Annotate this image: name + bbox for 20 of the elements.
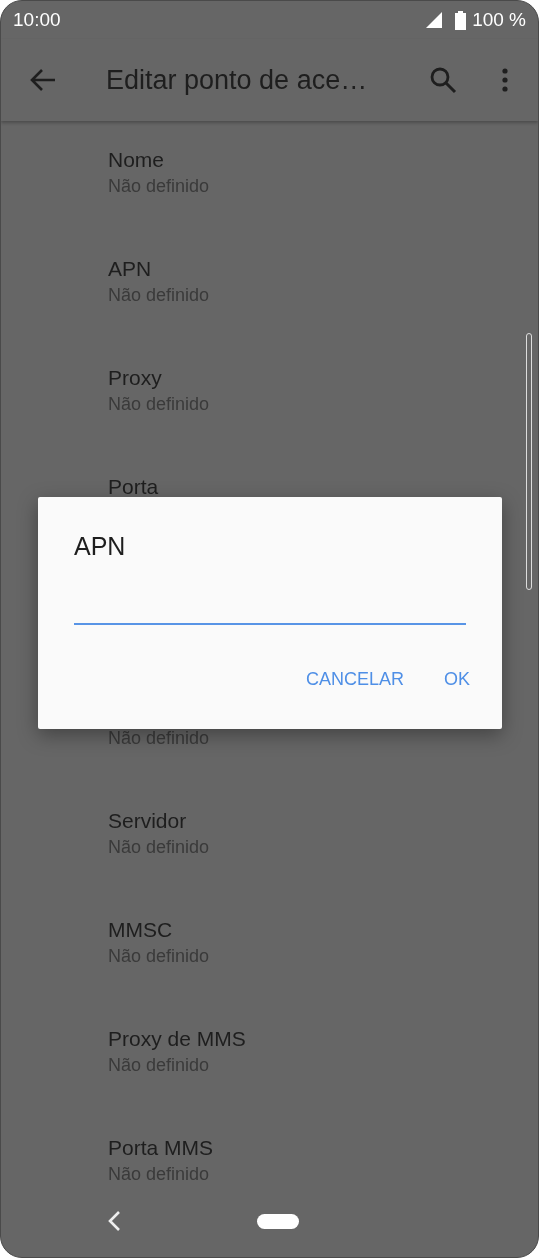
- home-button[interactable]: [257, 1213, 299, 1229]
- setting-title[interactable]: APN: [108, 257, 152, 280]
- status-time: 10:00: [13, 9, 61, 31]
- more-icon[interactable]: [502, 68, 508, 92]
- setting-title[interactable]: Servidor: [108, 809, 187, 832]
- setting-title[interactable]: Porta: [108, 475, 159, 498]
- signal-icon: [425, 12, 444, 28]
- toolbar-title: Editar ponto de ace…: [106, 64, 369, 96]
- setting-title[interactable]: Proxy: [108, 366, 162, 389]
- battery-percent: 100 %: [472, 9, 526, 31]
- setting-title[interactable]: MMSC: [108, 918, 173, 941]
- dialog-button[interactable]: OK: [428, 661, 486, 698]
- setting-title[interactable]: Porta MMS: [108, 1136, 214, 1159]
- setting-title[interactable]: Nome: [108, 148, 165, 171]
- battery-icon: [455, 10, 467, 30]
- search-icon[interactable]: [429, 66, 457, 94]
- dialog-title: APN: [74, 531, 127, 561]
- back-icon[interactable]: [30, 68, 56, 92]
- dialog-button[interactable]: CANCELAR: [289, 661, 420, 698]
- setting-title[interactable]: Proxy de MMS: [108, 1027, 246, 1050]
